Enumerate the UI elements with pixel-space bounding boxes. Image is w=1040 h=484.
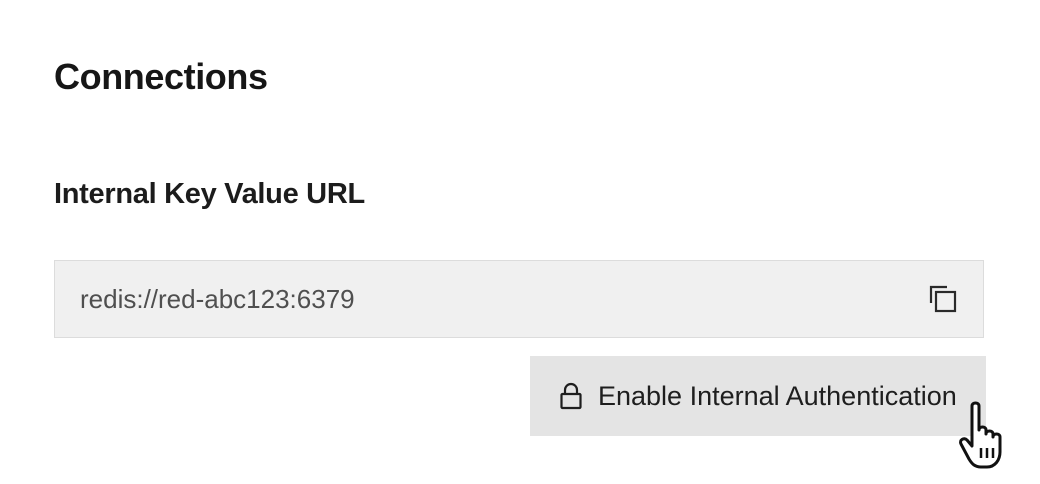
copy-icon bbox=[929, 285, 957, 313]
copy-url-button[interactable] bbox=[925, 281, 961, 317]
internal-url-label: Internal Key Value URL bbox=[54, 178, 365, 210]
lock-icon bbox=[558, 381, 584, 411]
enable-internal-auth-label: Enable Internal Authentication bbox=[598, 380, 957, 411]
internal-url-field bbox=[54, 260, 984, 338]
connections-panel: Connections Internal Key Value URL Enabl… bbox=[0, 0, 1040, 484]
enable-internal-auth-button[interactable]: Enable Internal Authentication bbox=[530, 356, 986, 436]
section-title: Connections bbox=[54, 56, 268, 97]
internal-url-input[interactable] bbox=[80, 283, 780, 315]
